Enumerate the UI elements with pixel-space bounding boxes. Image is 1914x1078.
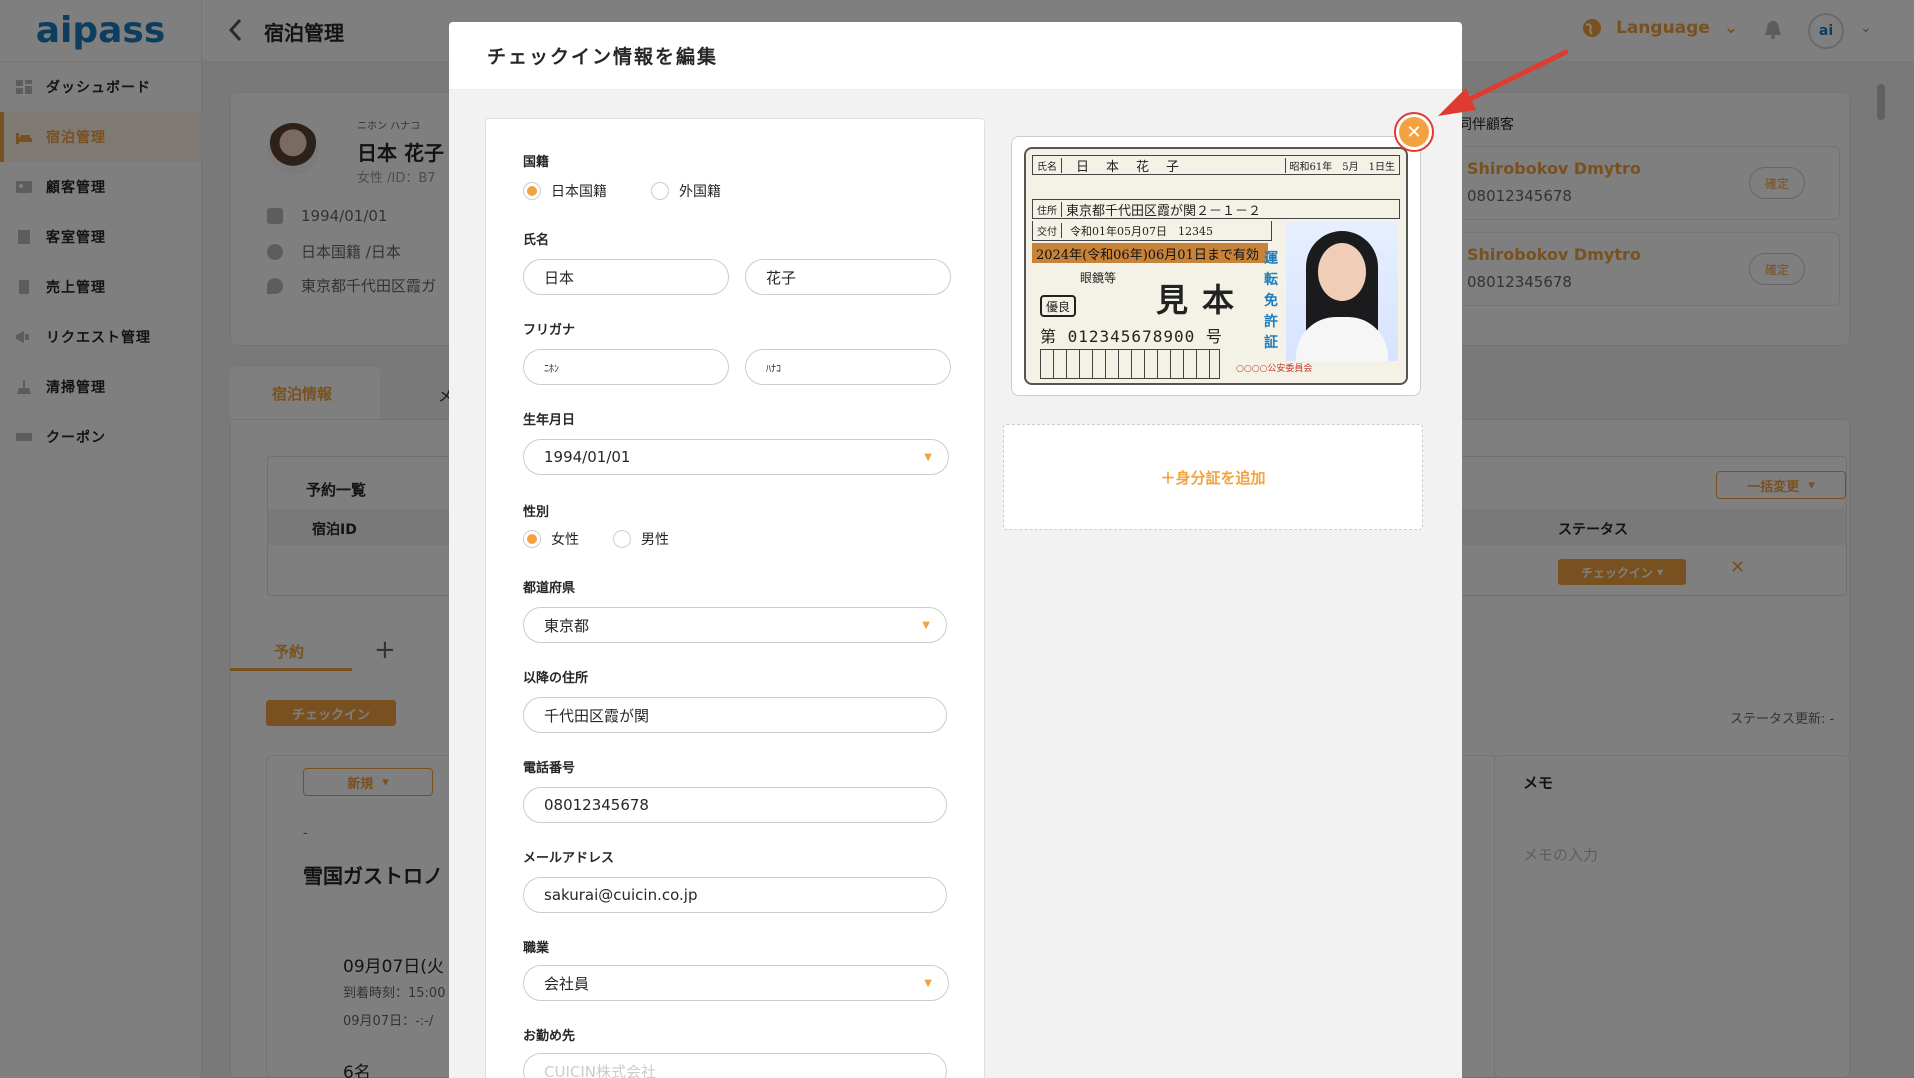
id-issue: 令和01年05月07日 12345 [1070, 224, 1213, 238]
birthday-label: 生年月日 [523, 413, 576, 428]
occupation-select[interactable]: 会社員 [523, 965, 949, 1001]
id-condition: 眼鏡等 [1080, 271, 1117, 285]
phone-label: 電話番号 [523, 761, 576, 776]
delete-id-button[interactable]: ✕ [1394, 112, 1434, 152]
first-name-input[interactable]: 花子 [745, 259, 951, 295]
drivers-license: 氏名 日 本 花 子 昭和61年 5月 1日生 住所 東京都千代田区霞が関２－１… [1024, 147, 1408, 385]
last-name-input[interactable]: 日本 [523, 259, 729, 295]
id-name: 日 本 花 子 [1076, 159, 1182, 175]
edit-checkin-modal: チェックイン情報を編集 国籍 日本国籍 外国籍 氏名 日本 花子 フリガナ ﾆﾎ… [449, 22, 1462, 1078]
id-specimen: 見本 [1156, 281, 1249, 319]
id-authority: ○○○○公安委員会 [1236, 364, 1313, 374]
phone-input[interactable]: 08012345678 [523, 787, 947, 823]
id-name-label: 氏名 [1033, 157, 1062, 173]
birthday-picker[interactable]: 1994/01/01 [523, 439, 949, 475]
radio-label: 日本国籍 [551, 184, 607, 200]
radio-label: 女性 [551, 532, 579, 548]
id-stamp: 優良 [1040, 295, 1076, 317]
gender-female-radio[interactable]: 女性 [523, 529, 579, 549]
last-kana-input[interactable]: ﾆﾎﾝ [523, 349, 729, 385]
email-label: メールアドレス [523, 851, 615, 866]
nationality-japan-radio[interactable]: 日本国籍 [523, 181, 607, 201]
id-address-label: 住所 [1033, 201, 1062, 217]
checkin-form: 国籍 日本国籍 外国籍 氏名 日本 花子 フリガナ ﾆﾎﾝ ﾊﾅｺ 生年月日 1… [485, 118, 985, 1078]
id-issue-label: 交付 [1033, 223, 1062, 238]
id-card-image: 氏名 日 本 花 子 昭和61年 5月 1日生 住所 東京都千代田区霞が関２－１… [1011, 136, 1421, 396]
gender-label: 性別 [523, 505, 550, 520]
nationality-label: 国籍 [523, 155, 550, 170]
occupation-label: 職業 [523, 941, 550, 956]
gender-radio-group: 女性 男性 [523, 529, 713, 549]
modal-body: 国籍 日本国籍 外国籍 氏名 日本 花子 フリガナ ﾆﾎﾝ ﾊﾅｺ 生年月日 1… [449, 90, 1462, 1078]
radio-label: 外国籍 [679, 184, 721, 200]
id-photo [1286, 221, 1398, 361]
address-label: 以降の住所 [523, 671, 589, 686]
company-input[interactable]: CUICIN株式会社 [523, 1053, 947, 1078]
add-id-button[interactable]: ＋身分証を追加 [1003, 424, 1423, 530]
prefecture-label: 都道府県 [523, 581, 576, 596]
id-address: 東京都千代田区霞が関２－１－２ [1066, 203, 1262, 219]
nationality-radio-group: 日本国籍 外国籍 [523, 181, 765, 201]
gender-male-radio[interactable]: 男性 [613, 529, 669, 549]
nationality-foreign-radio[interactable]: 外国籍 [651, 181, 721, 201]
id-birth: 昭和61年 5月 1日生 [1284, 157, 1399, 173]
first-kana-input[interactable]: ﾊﾅｺ [745, 349, 951, 385]
id-name-row: 氏名 日 本 花 子 昭和61年 5月 1日生 [1032, 155, 1400, 175]
company-label: お勤め先 [523, 1029, 576, 1044]
email-input[interactable]: sakurai@cuicin.co.jp [523, 877, 947, 913]
name-label: 氏名 [523, 233, 550, 248]
modal-title: チェックイン情報を編集 [449, 22, 1462, 90]
furigana-label: フリガナ [523, 323, 576, 338]
close-icon: ✕ [1399, 117, 1429, 147]
radio-label: 男性 [641, 532, 669, 548]
id-issue-row: 交付 令和01年05月07日 12345 [1032, 221, 1272, 241]
id-expiry: 2024年(令和06年)06月01日まで有効 [1032, 243, 1268, 263]
annotation-arrow [1438, 49, 1569, 116]
radio-unchecked-icon [651, 182, 669, 200]
id-address-row: 住所 東京都千代田区霞が関２－１－２ [1032, 199, 1400, 219]
radio-unchecked-icon [613, 530, 631, 548]
address-input[interactable]: 千代田区霞が関 [523, 697, 947, 733]
prefecture-select[interactable]: 東京都 [523, 607, 947, 643]
id-vertical-text: 運転免許証 [1264, 251, 1278, 351]
id-number: 第 012345678900 号 [1040, 327, 1223, 346]
radio-checked-icon [523, 182, 541, 200]
radio-checked-icon [523, 530, 541, 548]
id-license-grid [1040, 349, 1220, 379]
